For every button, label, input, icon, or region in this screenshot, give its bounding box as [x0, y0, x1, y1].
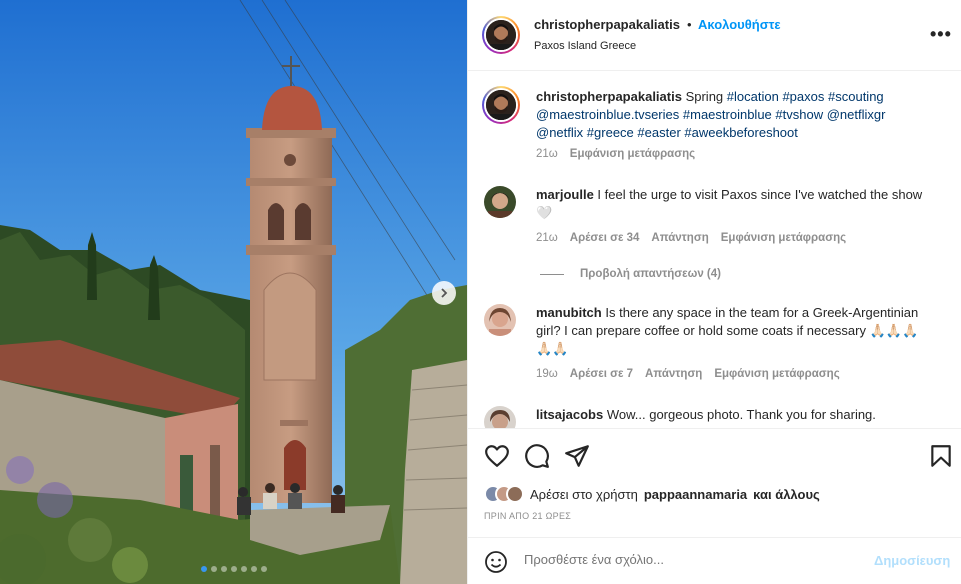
commenter-avatar[interactable]: [484, 186, 516, 218]
author-avatar[interactable]: [482, 16, 520, 54]
comment-body: I feel the urge to visit Paxos since I'v…: [536, 187, 923, 220]
avatar-photo: [486, 20, 516, 50]
carousel-dot: [240, 566, 247, 572]
likes-prefix: Αρέσει στο χρήστη: [530, 486, 638, 502]
comment-body: Wow... gorgeous photo. Thank you for sha…: [606, 407, 876, 422]
caption-mention-link[interactable]: @netflixgr: [827, 107, 886, 122]
caption-mention-link[interactable]: @maestroinblue.tvseries: [536, 107, 679, 122]
caption-hashtag-link[interactable]: #scouting: [828, 89, 884, 104]
heart-icon[interactable]: [484, 443, 510, 469]
likes-others[interactable]: και άλλους: [753, 487, 820, 502]
comment-text: marjoulle I feel the urge to visit Paxos…: [536, 186, 926, 222]
liker-avatar: [506, 485, 524, 503]
post-side-panel: christopherpapakaliatis • Ακολουθήστε Pa…: [467, 0, 961, 584]
likes-user[interactable]: pappaannamaria: [644, 487, 747, 502]
caption-hashtag-link[interactable]: #tvshow: [775, 107, 823, 122]
comments-list[interactable]: christopherpapakaliatis Spring #location…: [468, 72, 961, 428]
caption-author-avatar[interactable]: [482, 86, 520, 124]
post-photo[interactable]: [0, 0, 467, 584]
avatar-photo: [486, 90, 516, 120]
post-location[interactable]: Paxos Island Greece: [534, 40, 636, 52]
carousel-dot: [250, 566, 257, 572]
comment-age[interactable]: 19ω: [536, 368, 558, 380]
carousel-dot: [230, 566, 237, 572]
caption-text: christopherpapakaliatis Spring #location…: [536, 88, 926, 142]
comment-reply-button[interactable]: Απάντηση: [645, 368, 702, 380]
add-comment-bar: Δημοσίευση: [468, 537, 961, 584]
comment-text: litsajacobs Wow... gorgeous photo. Thank…: [536, 406, 926, 424]
carousel-dot: [260, 566, 267, 572]
comment-username[interactable]: litsajacobs: [536, 407, 603, 422]
comment-like-count[interactable]: Αρέσει σε 34: [570, 232, 640, 244]
comment-reply-button[interactable]: Απάντηση: [651, 232, 708, 244]
likes-summary[interactable]: Αρέσει στο χρήστη pappaannamaria και άλλ…: [484, 485, 820, 503]
comment-text: manubitch Is there any space in the team…: [536, 304, 926, 358]
post-comment-button[interactable]: Δημοσίευση: [874, 553, 950, 568]
comment-like-count[interactable]: Αρέσει σε 7: [570, 368, 633, 380]
avatar-photo: [484, 186, 516, 218]
caption-age[interactable]: 21ω: [536, 148, 558, 160]
view-replies-button[interactable]: Προβολή απαντήσεων (4): [540, 268, 721, 280]
carousel-dot: [210, 566, 217, 572]
follow-button[interactable]: Ακολουθήστε: [698, 17, 781, 32]
caption-username[interactable]: christopherpapakaliatis: [536, 89, 682, 104]
more-options-icon[interactable]: •••: [930, 24, 952, 45]
caption-meta: 21ω Εμφάνιση μετάφρασης: [536, 148, 695, 160]
carousel-dots: [0, 566, 467, 572]
carousel-next-button[interactable]: [432, 281, 456, 305]
avatar-photo: [484, 304, 516, 336]
post-header: christopherpapakaliatis • Ακολουθήστε Pa…: [468, 0, 961, 71]
bookmark-icon[interactable]: [928, 443, 954, 469]
comment-translate-link[interactable]: Εμφάνιση μετάφρασης: [721, 232, 846, 244]
caption-hashtag-link[interactable]: #greece: [587, 125, 634, 140]
liker-avatars: [484, 485, 524, 503]
carousel-dot: [220, 566, 227, 572]
caption-hashtag-link[interactable]: #location: [727, 89, 779, 104]
carousel-dot: [200, 566, 207, 572]
caption-hashtag-link[interactable]: #easter: [637, 125, 680, 140]
comment-translate-link[interactable]: Εμφάνιση μετάφρασης: [714, 368, 839, 380]
post-actions: Αρέσει στο χρήστη pappaannamaria και άλλ…: [468, 428, 961, 584]
replies-divider-line: [540, 273, 564, 275]
view-replies-label[interactable]: Προβολή απαντήσεων (4): [580, 268, 721, 280]
post-timestamp[interactable]: ΠΡΙΝ ΑΠΟ 21 ΩΡΕΣ: [484, 511, 571, 521]
caption-hashtag-link[interactable]: #aweekbeforeshoot: [684, 125, 797, 140]
comment-meta: 19ω Αρέσει σε 7 Απάντηση Εμφάνιση μετάφρ…: [536, 368, 840, 380]
commenter-avatar[interactable]: [484, 406, 516, 428]
caption-word: Spring: [685, 89, 724, 104]
comment-age[interactable]: 21ω: [536, 232, 558, 244]
photo-image: [0, 0, 467, 584]
comment-username[interactable]: marjoulle: [536, 187, 594, 202]
caption-hashtag-link[interactable]: #maestroinblue: [683, 107, 772, 122]
caption-mention-link[interactable]: @netflix: [536, 125, 583, 140]
add-comment-input[interactable]: [524, 552, 854, 567]
author-username[interactable]: christopherpapakaliatis: [534, 17, 680, 32]
comment-meta: 21ω Αρέσει σε 34 Απάντηση Εμφάνιση μετάφ…: [536, 232, 846, 244]
chevron-right-icon: [441, 288, 448, 298]
comment-icon[interactable]: [524, 443, 550, 469]
commenter-avatar[interactable]: [484, 304, 516, 336]
smiley-icon[interactable]: [484, 550, 508, 574]
comment-username[interactable]: manubitch: [536, 305, 602, 320]
send-icon[interactable]: [564, 443, 590, 469]
caption-hashtag-link[interactable]: #paxos: [782, 89, 824, 104]
avatar-photo: [484, 406, 516, 428]
separator-dot: •: [687, 17, 692, 32]
caption-translate-link[interactable]: Εμφάνιση μετάφρασης: [570, 148, 695, 160]
